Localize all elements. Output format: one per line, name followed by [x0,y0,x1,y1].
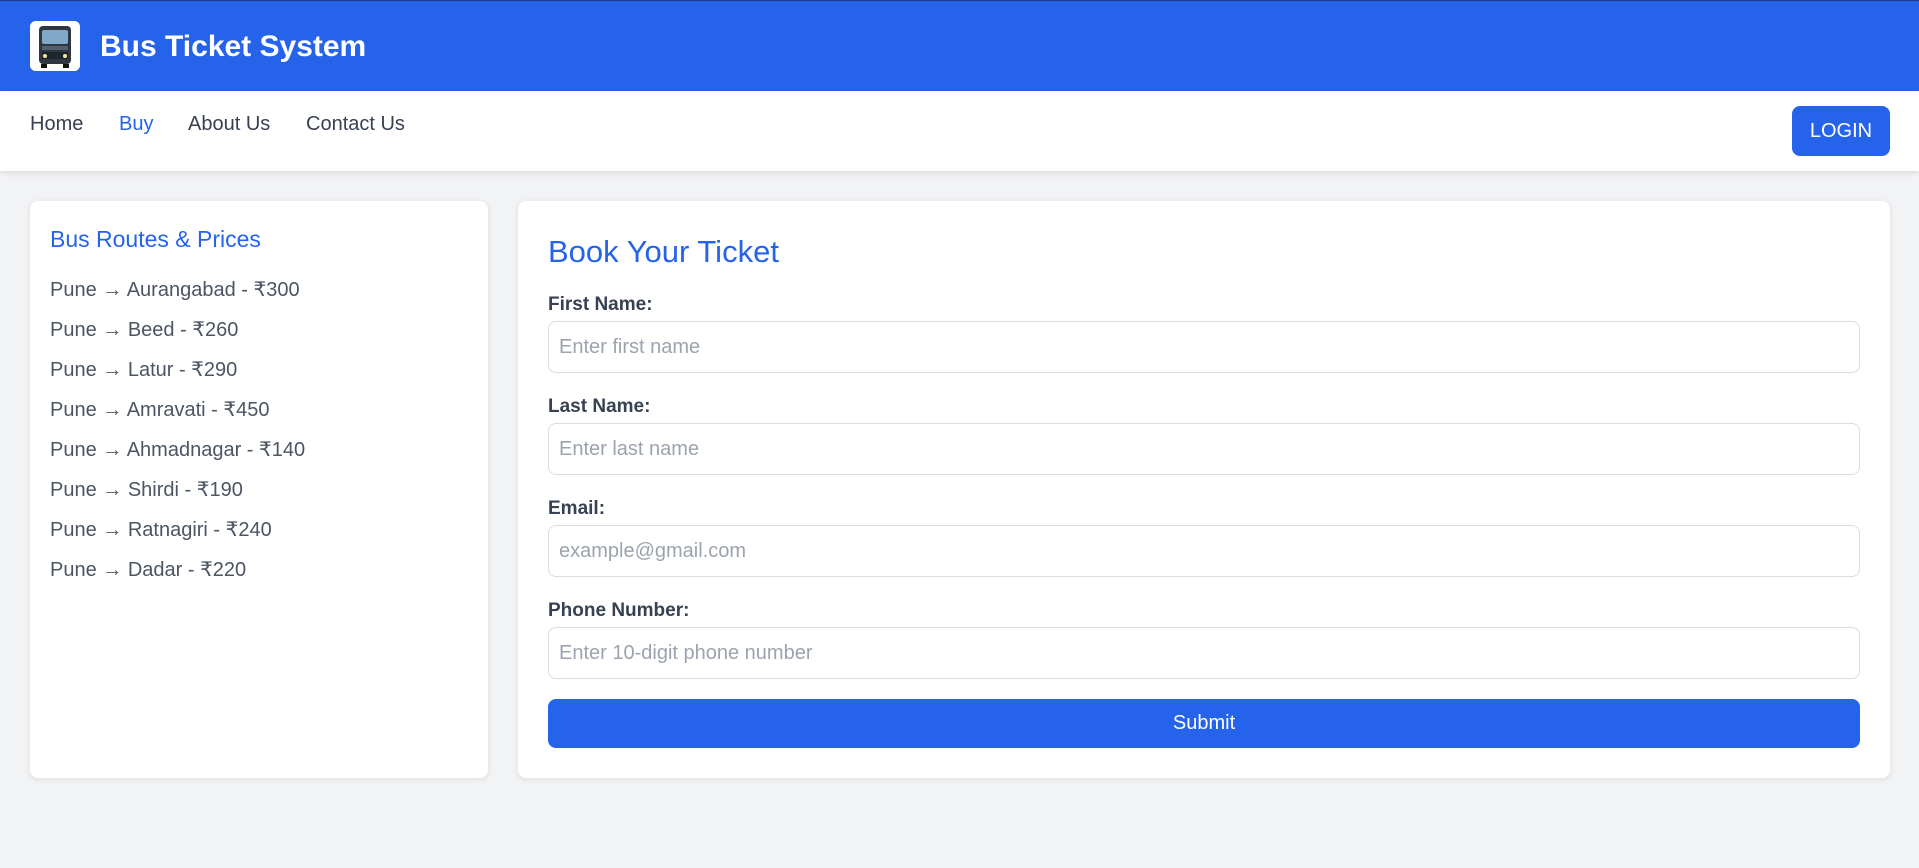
submit-button[interactable]: Submit [548,699,1860,748]
email-input[interactable] [548,525,1860,577]
route-item: Pune → Aurangabad - ₹300 [50,279,300,301]
login-button[interactable]: LOGIN [1792,106,1890,156]
phone-input[interactable] [548,627,1860,679]
routes-card: Bus Routes & Prices Pune → Aurangabad - … [30,201,488,778]
phone-label: Phone Number: [548,600,690,621]
route-item: Pune → Dadar - ₹220 [50,559,247,581]
nav-contact-us[interactable]: Contact Us [306,111,405,137]
last-name-input[interactable] [548,423,1860,475]
first-name-input[interactable] [548,321,1860,373]
booking-form-card: Book Your Ticket First Name: Last Name: … [518,201,1890,778]
nav-about-us[interactable]: About Us [188,111,270,137]
bus-icon [30,21,80,71]
app-header: Bus Ticket System [0,0,1919,91]
nav-home[interactable]: Home [30,111,83,137]
route-item: Pune → Ratnagiri - ₹240 [50,519,272,541]
route-item: Pune → Latur - ₹290 [50,359,238,381]
nav-bar: Home Buy About Us Contact Us LOGIN [0,91,1919,171]
form-title: Book Your Ticket [548,234,779,269]
routes-list: Pune → Aurangabad - ₹300 Pune → Beed - ₹… [50,278,305,598]
last-name-label: Last Name: [548,396,651,417]
first-name-label: First Name: [548,294,653,315]
route-item: Pune → Shirdi - ₹190 [50,479,243,501]
email-label: Email: [548,498,606,519]
app-title: Bus Ticket System [100,30,367,63]
route-item: Pune → Amravati - ₹450 [50,399,270,421]
route-item: Pune → Ahmadnagar - ₹140 [50,439,306,461]
route-item: Pune → Beed - ₹260 [50,319,239,341]
nav-buy[interactable]: Buy [119,111,153,137]
routes-title: Bus Routes & Prices [50,226,261,252]
